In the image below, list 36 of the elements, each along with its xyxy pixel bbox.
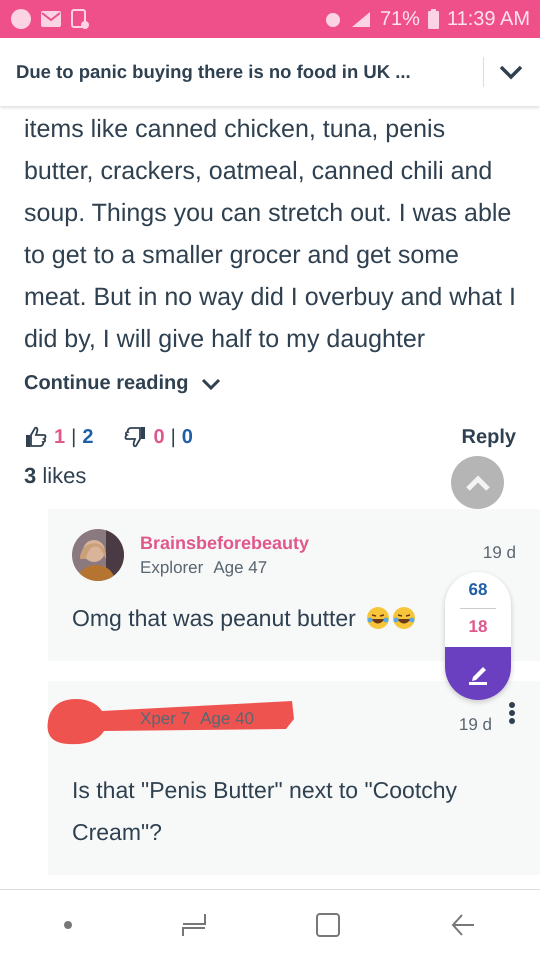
reply-text: Omg that was peanut butter xyxy=(72,604,356,633)
separator: | xyxy=(170,426,176,448)
thumbs-down-icon[interactable] xyxy=(123,425,148,449)
dot-icon[interactable] xyxy=(64,921,72,929)
user-age: Age 40 xyxy=(200,709,254,729)
signal-icon xyxy=(350,10,372,28)
thumbs-up-icon[interactable] xyxy=(24,425,48,449)
chevron-down-icon[interactable] xyxy=(498,64,524,80)
vote-down-count: 18 xyxy=(468,617,488,637)
continue-reading-link[interactable]: Continue reading xyxy=(24,372,188,395)
user-rank: Xper 7 xyxy=(140,709,190,729)
chevron-up-icon xyxy=(464,474,492,492)
post-time: 19 d xyxy=(482,543,516,563)
reply-button[interactable]: Reply xyxy=(462,426,516,448)
post-text: items like canned chicken, tuna, penis butter, crackers, oatmeal, canned chili and soup. Things you can stretch out. I was able to get to a smaller grocer and get some meat. But in no way did I overbuy and what I did by, I will give half to my daughter xyxy=(24,114,516,355)
reply-text: Is that "Penis Butter" next to "Cootchy Cream"? xyxy=(72,776,458,847)
post-time: 19 d xyxy=(458,715,492,735)
thread-title: Due to panic buying there is no food in UK ... xyxy=(16,61,412,83)
clock: 11:39 AM xyxy=(446,8,530,30)
back-icon[interactable] xyxy=(450,912,476,938)
user-age: Age 47 xyxy=(213,558,268,578)
upvote-total: 2 xyxy=(82,426,94,448)
home-icon[interactable] xyxy=(315,912,342,938)
vote-up-count: 68 xyxy=(468,580,488,600)
chevron-down-icon xyxy=(200,376,222,390)
likes-count: 3 likes xyxy=(24,463,86,489)
upvote-count: 1 xyxy=(54,426,66,448)
user-rank: Explorer xyxy=(140,558,204,578)
downvote-total: 0 xyxy=(182,426,193,448)
separator: | xyxy=(71,426,76,448)
recent-apps-icon[interactable] xyxy=(180,912,207,938)
downvote-count: 0 xyxy=(153,426,165,448)
more-options-icon[interactable] xyxy=(508,701,516,725)
battery-percent: 71% xyxy=(380,8,420,30)
battery-icon xyxy=(428,9,439,29)
mail-icon xyxy=(40,10,62,28)
